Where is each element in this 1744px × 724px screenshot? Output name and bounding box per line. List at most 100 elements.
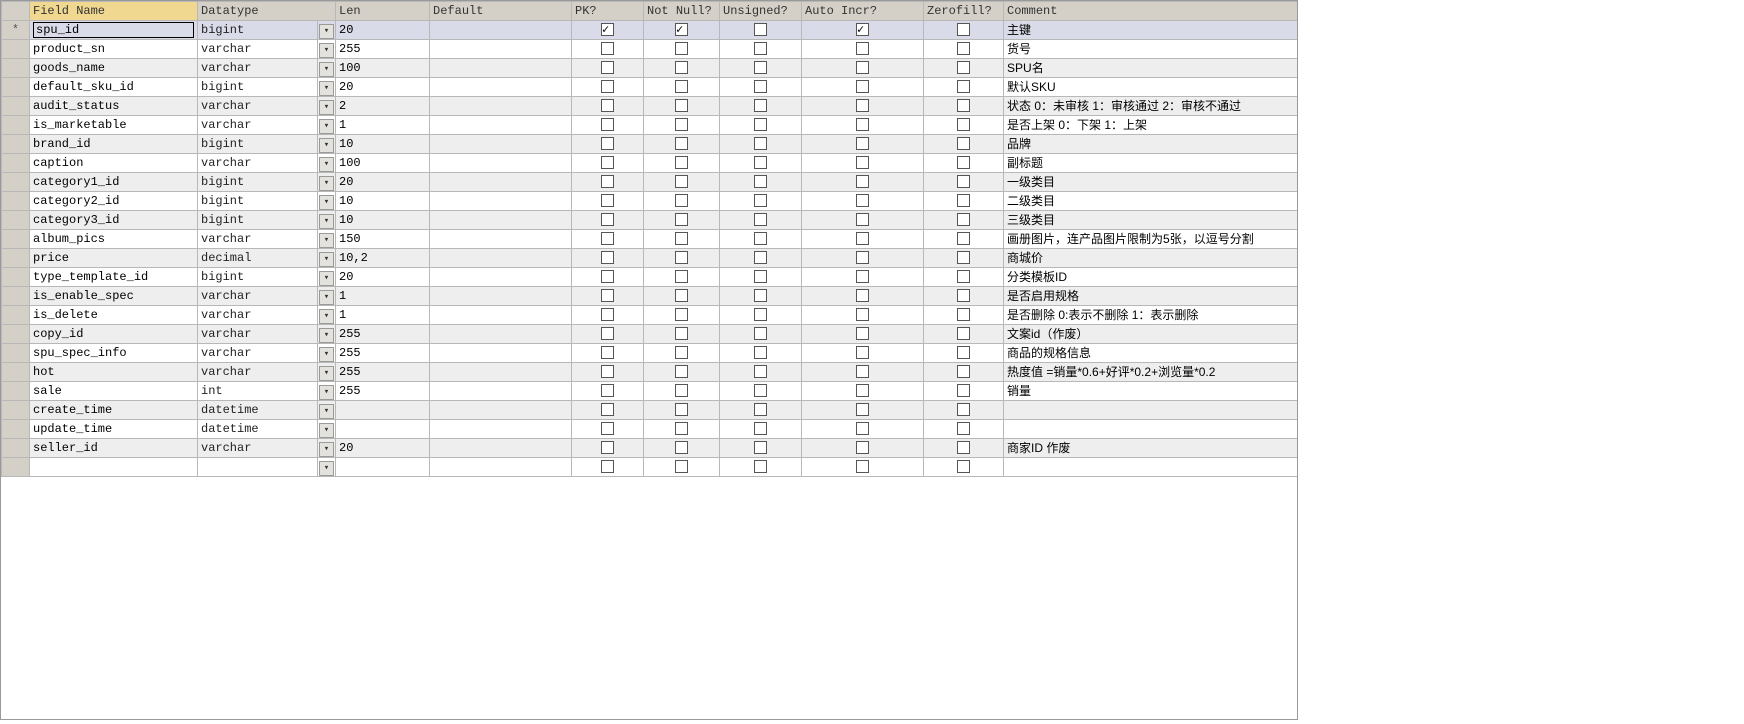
table-row[interactable]: default_sku_idbigint▾20默认SKU [2,78,1298,97]
not-null-checkbox[interactable] [675,156,688,169]
default-cell[interactable] [430,439,572,458]
not-null-checkbox[interactable] [675,289,688,302]
table-row[interactable]: type_template_idbigint▾20分类模板ID [2,268,1298,287]
default-cell[interactable] [430,211,572,230]
len-cell[interactable] [336,401,430,420]
auto-incr-checkbox[interactable] [856,384,869,397]
row-gutter[interactable] [2,97,30,116]
len-cell[interactable]: 10,2 [336,249,430,268]
field-name-cell[interactable]: category3_id [30,211,198,230]
row-gutter[interactable] [2,135,30,154]
row-gutter[interactable] [2,344,30,363]
comment-cell[interactable]: 是否删除 0:表示不删除 1：表示删除 [1004,306,1298,325]
dropdown-icon[interactable]: ▾ [319,24,334,39]
comment-cell[interactable]: 品牌 [1004,135,1298,154]
row-gutter[interactable] [2,287,30,306]
len-cell[interactable]: 10 [336,192,430,211]
dropdown-icon[interactable]: ▾ [319,290,334,305]
pk-checkbox[interactable] [601,42,614,55]
comment-cell[interactable]: 商城价 [1004,249,1298,268]
unsigned-checkbox[interactable] [754,441,767,454]
row-gutter[interactable] [2,116,30,135]
zerofill-checkbox[interactable] [957,80,970,93]
table-row[interactable]: is_deletevarchar▾1是否删除 0:表示不删除 1：表示删除 [2,306,1298,325]
unsigned-checkbox[interactable] [754,61,767,74]
zerofill-checkbox[interactable] [957,403,970,416]
default-cell[interactable] [430,287,572,306]
default-cell[interactable] [430,249,572,268]
row-gutter[interactable] [2,382,30,401]
len-cell[interactable]: 1 [336,287,430,306]
datatype-cell[interactable]: int [198,382,318,401]
not-null-checkbox[interactable] [675,99,688,112]
unsigned-checkbox[interactable] [754,42,767,55]
header-datatype[interactable]: Datatype [198,2,336,21]
auto-incr-checkbox[interactable] [856,213,869,226]
unsigned-checkbox[interactable] [754,251,767,264]
datatype-cell[interactable]: bigint [198,268,318,287]
field-name-cell[interactable]: default_sku_id [30,78,198,97]
comment-cell[interactable]: 热度值 =销量*0.6+好评*0.2+浏览量*0.2 [1004,363,1298,382]
comment-cell[interactable]: 销量 [1004,382,1298,401]
len-cell[interactable]: 150 [336,230,430,249]
dropdown-icon[interactable]: ▾ [319,461,334,476]
row-gutter[interactable] [2,154,30,173]
unsigned-checkbox[interactable] [754,80,767,93]
field-name-cell[interactable]: goods_name [30,59,198,78]
auto-incr-checkbox[interactable] [856,175,869,188]
not-null-checkbox[interactable] [675,327,688,340]
pk-checkbox[interactable] [601,213,614,226]
table-row[interactable]: product_snvarchar▾255货号 [2,40,1298,59]
dropdown-icon[interactable]: ▾ [319,309,334,324]
len-cell[interactable]: 20 [336,439,430,458]
zerofill-checkbox[interactable] [957,175,970,188]
unsigned-checkbox[interactable] [754,460,767,473]
table-row[interactable]: category1_idbigint▾20一级类目 [2,173,1298,192]
zerofill-checkbox[interactable] [957,289,970,302]
comment-cell[interactable]: 画册图片，连产品图片限制为5张，以逗号分割 [1004,230,1298,249]
default-cell[interactable] [430,97,572,116]
header-auto-incr[interactable]: Auto Incr? [802,2,924,21]
table-row[interactable]: seller_idvarchar▾20商家ID 作废 [2,439,1298,458]
field-name-cell[interactable]: seller_id [30,439,198,458]
field-name-cell[interactable]: audit_status [30,97,198,116]
datatype-cell[interactable]: bigint [198,135,318,154]
unsigned-checkbox[interactable] [754,137,767,150]
comment-cell[interactable] [1004,458,1298,477]
pk-checkbox[interactable] [601,308,614,321]
dropdown-icon[interactable]: ▾ [319,366,334,381]
datatype-cell[interactable]: varchar [198,59,318,78]
field-name-cell[interactable]: product_sn [30,40,198,59]
field-name-cell[interactable] [30,458,198,477]
len-cell[interactable]: 1 [336,306,430,325]
datatype-cell[interactable]: bigint [198,21,318,40]
datatype-cell[interactable]: varchar [198,306,318,325]
zerofill-checkbox[interactable] [957,441,970,454]
default-cell[interactable] [430,21,572,40]
unsigned-checkbox[interactable] [754,270,767,283]
default-cell[interactable] [430,325,572,344]
default-cell[interactable] [430,154,572,173]
table-row[interactable]: brand_idbigint▾10品牌 [2,135,1298,154]
unsigned-checkbox[interactable] [754,156,767,169]
table-row[interactable]: captionvarchar▾100副标题 [2,154,1298,173]
auto-incr-checkbox[interactable] [856,23,869,36]
row-gutter[interactable] [2,458,30,477]
datatype-cell[interactable]: bigint [198,211,318,230]
unsigned-checkbox[interactable] [754,232,767,245]
auto-incr-checkbox[interactable] [856,270,869,283]
default-cell[interactable] [430,40,572,59]
pk-checkbox[interactable] [601,403,614,416]
len-cell[interactable]: 1 [336,116,430,135]
pk-checkbox[interactable] [601,441,614,454]
table-row[interactable]: saleint▾255销量 [2,382,1298,401]
auto-incr-checkbox[interactable] [856,308,869,321]
datatype-cell[interactable]: varchar [198,116,318,135]
default-cell[interactable] [430,59,572,78]
datatype-cell[interactable]: varchar [198,325,318,344]
not-null-checkbox[interactable] [675,23,688,36]
datatype-cell[interactable]: datetime [198,401,318,420]
zerofill-checkbox[interactable] [957,23,970,36]
dropdown-icon[interactable]: ▾ [319,385,334,400]
datatype-cell[interactable]: varchar [198,154,318,173]
